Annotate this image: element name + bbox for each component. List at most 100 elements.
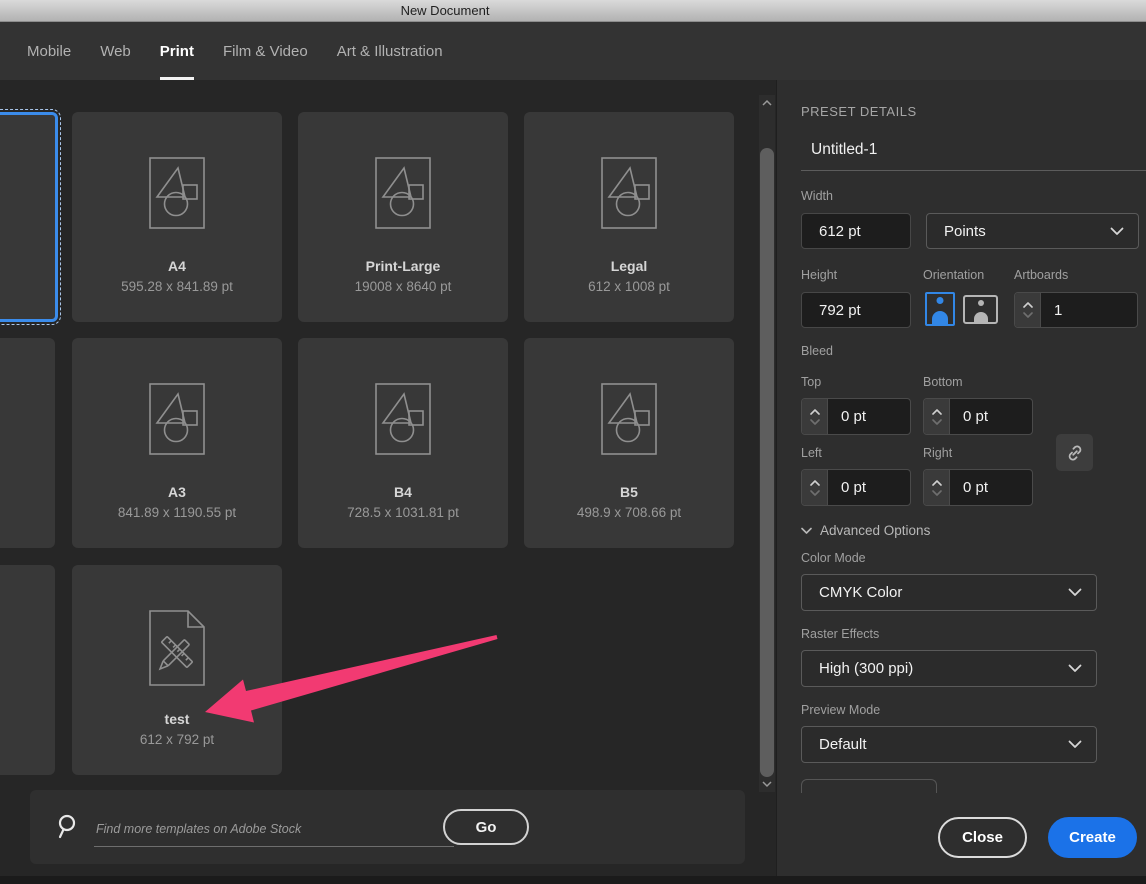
chevron-down-icon	[801, 527, 812, 534]
bleed-bottom-label: Bottom	[923, 375, 963, 389]
go-button[interactable]: Go	[443, 809, 529, 845]
tab-print[interactable]: Print	[159, 22, 195, 80]
advanced-options-toggle[interactable]: Advanced Options	[801, 523, 930, 538]
orientation-portrait-button[interactable]	[925, 292, 955, 326]
chevron-down-icon	[1068, 664, 1082, 672]
close-button[interactable]: Close	[938, 817, 1027, 858]
color-mode-dropdown[interactable]: CMYK Color	[801, 574, 1097, 611]
bleed-right-stepper[interactable]: 0 pt	[923, 469, 1033, 506]
template-name: A3	[168, 484, 186, 500]
orientation-landscape-button[interactable]	[963, 295, 998, 324]
scrollbar-thumb[interactable]	[760, 148, 774, 777]
template-size: 19008 x 8640 pt	[354, 279, 452, 294]
template-name: Legal	[610, 258, 648, 274]
bleed-top-label: Top	[801, 375, 822, 389]
chevron-down-icon	[1110, 227, 1124, 235]
orientation-label: Orientation	[923, 268, 985, 282]
stepper-down-icon[interactable]	[931, 489, 942, 496]
template-card-a4[interactable]: A4 595.28 x 841.89 pt	[72, 112, 282, 322]
window-title: New Document	[400, 3, 490, 18]
stepper-up-icon[interactable]	[931, 479, 942, 486]
template-name: test	[164, 711, 190, 727]
chevron-down-icon	[1068, 588, 1082, 596]
template-card-print-large[interactable]: Print-Large 19008 x 8640 pt	[298, 112, 508, 322]
templates-scrollbar[interactable]	[759, 95, 775, 792]
template-shapes-icon	[149, 157, 205, 229]
scroll-up-icon[interactable]	[761, 99, 773, 107]
raster-effects-label: Raster Effects	[801, 627, 880, 641]
template-name: B5	[620, 484, 638, 500]
stepper-down-icon[interactable]	[1022, 312, 1033, 318]
units-dropdown[interactable]: Points	[926, 213, 1139, 249]
stock-search-input[interactable]	[94, 812, 454, 847]
template-shapes-icon	[149, 383, 205, 455]
template-shapes-icon	[375, 383, 431, 455]
stepper-up-icon[interactable]	[931, 408, 942, 415]
template-card-partial[interactable]	[0, 565, 55, 775]
template-card-b5[interactable]: B5 498.9 x 708.66 pt	[524, 338, 734, 548]
artboards-label: Artboards	[1014, 268, 1069, 282]
bleed-top-stepper[interactable]: 0 pt	[801, 398, 911, 435]
template-card-selected-partial[interactable]	[0, 109, 61, 325]
bleed-link-button[interactable]	[1056, 434, 1093, 471]
bleed-left-stepper[interactable]: 0 pt	[801, 469, 911, 506]
preview-mode-dropdown[interactable]: Default	[801, 726, 1097, 763]
stepper-up-icon[interactable]	[1022, 302, 1033, 308]
bleed-left-label: Left	[801, 446, 822, 460]
category-tabbar: Mobile Web Print Film & Video Art & Illu…	[0, 22, 1146, 80]
create-button[interactable]: Create	[1048, 817, 1137, 858]
artboards-stepper[interactable]: 1	[1014, 292, 1138, 328]
panel-title: PRESET DETAILS	[801, 104, 917, 119]
bleed-right-label: Right	[923, 446, 953, 460]
artboards-value[interactable]: 1	[1041, 293, 1137, 327]
template-size: 841.89 x 1190.55 pt	[117, 505, 237, 520]
template-name: A4	[168, 258, 186, 274]
width-label: Width	[801, 189, 833, 203]
scroll-down-icon[interactable]	[761, 780, 773, 788]
search-icon	[58, 814, 76, 839]
window-titlebar: New Document	[0, 0, 1146, 22]
adobe-stock-searchbar: Go	[30, 790, 745, 864]
template-shapes-icon	[375, 157, 431, 229]
template-card-test[interactable]: test 612 x 792 pt	[72, 565, 282, 775]
template-card-legal[interactable]: Legal 612 x 1008 pt	[524, 112, 734, 322]
bleed-left-value[interactable]: 0 pt	[828, 470, 910, 505]
tab-mobile[interactable]: Mobile	[27, 22, 71, 80]
template-size: 612 x 1008 pt	[588, 279, 670, 294]
template-grid: A4 595.28 x 841.89 pt Print-Large 19008 …	[0, 80, 776, 884]
bleed-bottom-stepper[interactable]: 0 pt	[923, 398, 1033, 435]
tab-art-illustration[interactable]: Art & Illustration	[337, 22, 443, 80]
stepper-up-icon[interactable]	[809, 408, 820, 415]
document-name-underline	[801, 170, 1146, 171]
stepper-up-icon[interactable]	[809, 479, 820, 486]
bleed-top-value[interactable]: 0 pt	[828, 399, 910, 434]
template-card-b4[interactable]: B4 728.5 x 1031.81 pt	[298, 338, 508, 548]
portrait-person-icon	[936, 297, 944, 304]
stepper-down-icon[interactable]	[809, 418, 820, 425]
template-card-partial[interactable]	[0, 338, 55, 548]
bleed-label: Bleed	[801, 344, 833, 358]
preview-mode-label: Preview Mode	[801, 703, 881, 717]
height-label: Height	[801, 268, 838, 282]
template-name: B4	[394, 484, 412, 500]
height-input[interactable]: 792 pt	[801, 292, 911, 328]
landscape-person-icon	[977, 300, 984, 306]
stepper-down-icon[interactable]	[931, 418, 942, 425]
bleed-bottom-value[interactable]: 0 pt	[950, 399, 1032, 434]
template-card-a3[interactable]: A3 841.89 x 1190.55 pt	[72, 338, 282, 548]
template-name: Print-Large	[365, 258, 441, 274]
clipped-control	[801, 779, 937, 793]
width-input[interactable]: 612 pt	[801, 213, 911, 249]
bleed-right-value[interactable]: 0 pt	[950, 470, 1032, 505]
document-name-field[interactable]: Untitled-1	[811, 141, 877, 159]
template-shapes-icon	[601, 157, 657, 229]
stepper-down-icon[interactable]	[809, 489, 820, 496]
template-size: 498.9 x 708.66 pt	[576, 505, 682, 520]
preset-details-panel: PRESET DETAILS Untitled-1 Width 612 pt P…	[776, 80, 1146, 884]
tab-film-video[interactable]: Film & Video	[223, 22, 308, 80]
color-mode-label: Color Mode	[801, 551, 866, 565]
tab-web[interactable]: Web	[100, 22, 131, 80]
template-size: 595.28 x 841.89 pt	[121, 279, 233, 294]
raster-effects-dropdown[interactable]: High (300 ppi)	[801, 650, 1097, 687]
pencil-ruler-document-icon	[149, 610, 205, 686]
